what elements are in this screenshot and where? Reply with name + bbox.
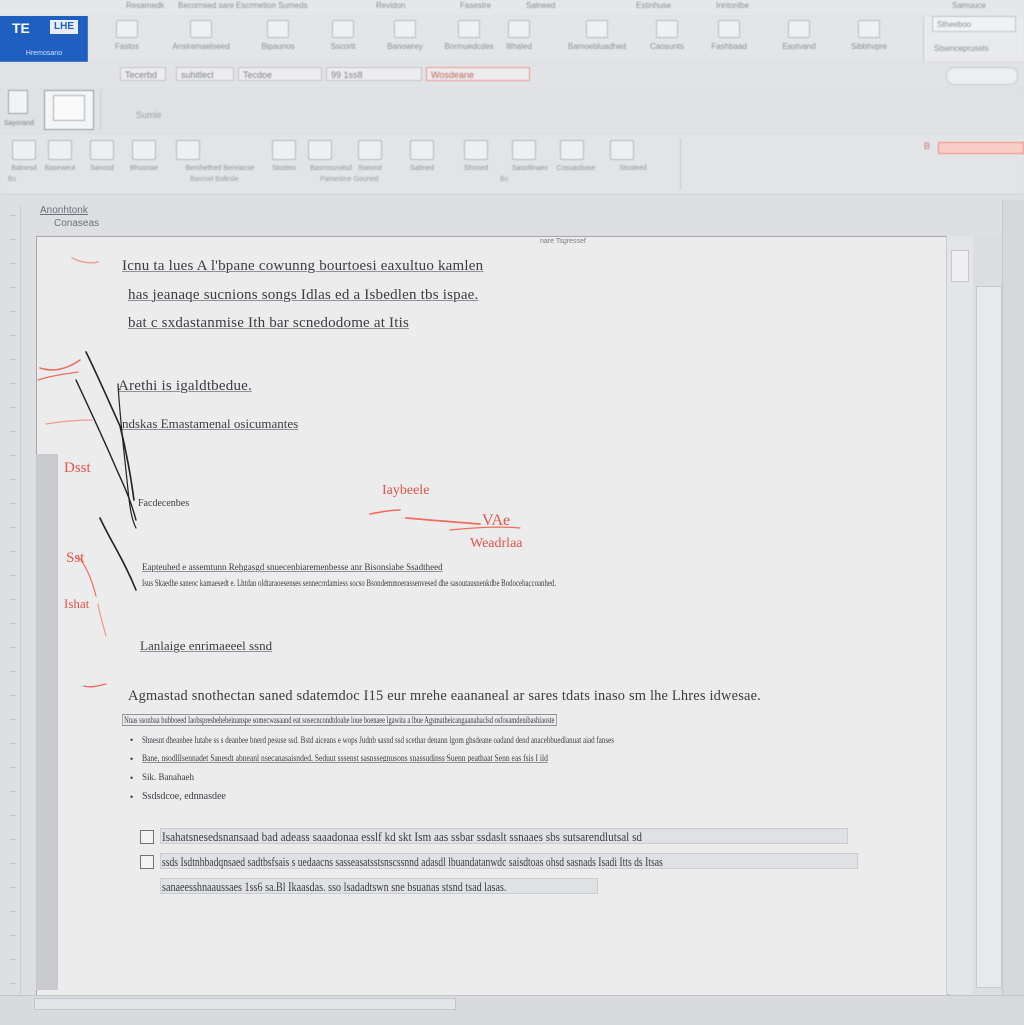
- annotation-stroke: [369, 509, 401, 515]
- annotation-text: Ishat: [64, 596, 90, 611]
- annotation-stroke: [75, 379, 137, 521]
- annotation-stroke: [71, 257, 99, 264]
- annotation-stroke: [45, 419, 93, 425]
- annotation-text: Iaybeele: [382, 483, 430, 498]
- annotation-stroke: [39, 359, 81, 371]
- annotation-text: Weadrlaa: [470, 536, 523, 551]
- pen-annotations: [37, 257, 521, 688]
- annotation-text: Sst: [66, 550, 85, 566]
- annotation-stroke: [83, 683, 107, 688]
- annotation-stroke: [37, 371, 79, 381]
- annotation-text: VAe: [482, 512, 511, 529]
- annotation-stroke: [99, 517, 137, 591]
- annotation-stroke: [405, 517, 481, 525]
- annotation-text: Dsst: [64, 460, 91, 476]
- annotation-stroke: [97, 603, 107, 637]
